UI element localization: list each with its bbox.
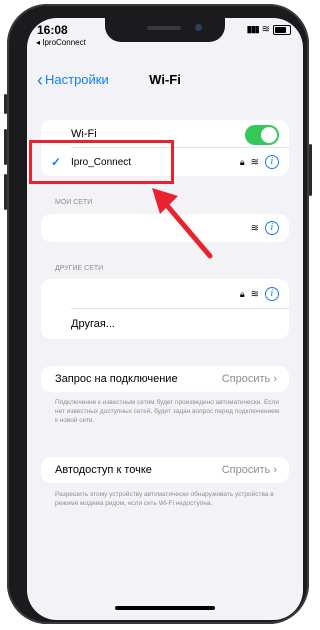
info-icon[interactable]: i bbox=[265, 221, 279, 235]
home-indicator bbox=[115, 606, 215, 610]
other-networks-group: 🔒︎ ≋ i Другая... bbox=[41, 279, 289, 339]
ask-to-join-group: Запрос на подключение Спросить › bbox=[41, 366, 289, 392]
info-icon[interactable]: i bbox=[265, 287, 279, 301]
screen: 16:08 ◂ IproConnect ▮▮▮ ≋ ‹ Настройки Wi… bbox=[27, 18, 303, 620]
nav-bar: ‹ Настройки Wi-Fi bbox=[27, 70, 303, 94]
page-title: Wi-Fi bbox=[149, 72, 181, 87]
other-network-row[interactable]: 🔒︎ ≋ i bbox=[41, 279, 289, 309]
lock-icon: 🔒︎ bbox=[239, 156, 245, 167]
notch bbox=[105, 18, 225, 42]
volume-down-button bbox=[4, 174, 7, 210]
speaker bbox=[147, 26, 181, 30]
lock-icon: 🔒︎ bbox=[239, 288, 245, 299]
hotspot-row[interactable]: Автодоступ к точке Спросить › bbox=[41, 457, 289, 483]
hotspot-label: Автодоступ к точке bbox=[55, 464, 152, 476]
highlight-box bbox=[29, 140, 174, 184]
power-button bbox=[309, 144, 312, 196]
network-icons: ≋ i bbox=[251, 221, 279, 235]
wifi-signal-icon: ≋ bbox=[250, 222, 259, 234]
back-to-app-link[interactable]: ◂ IproConnect bbox=[36, 38, 86, 47]
wifi-status-icon: ≋ bbox=[261, 24, 270, 35]
battery-icon bbox=[273, 24, 291, 35]
ask-to-join-footer: Подключение к известным сетям будет прои… bbox=[55, 399, 280, 424]
other-networks-header: ДРУГИЕ СЕТИ bbox=[55, 265, 104, 272]
hotspot-value: Спросить › bbox=[221, 464, 277, 476]
other-network-manual-row[interactable]: Другая... bbox=[41, 309, 289, 339]
info-icon[interactable]: i bbox=[265, 155, 279, 169]
network-icons: 🔒︎ ≋ i bbox=[240, 287, 279, 301]
other-label: Другая... bbox=[71, 318, 115, 330]
red-arrow-icon bbox=[152, 188, 213, 259]
volume-up-button bbox=[4, 129, 7, 165]
hotspot-group: Автодоступ к точке Спросить › bbox=[41, 457, 289, 483]
status-time: 16:08 bbox=[37, 23, 68, 37]
wifi-signal-icon: ≋ bbox=[250, 288, 259, 300]
hotspot-footer: Разрешить этому устройству автоматически… bbox=[55, 491, 274, 507]
wifi-signal-icon: ≋ bbox=[250, 156, 259, 168]
mute-switch bbox=[4, 94, 7, 114]
wifi-toggle[interactable] bbox=[245, 125, 279, 145]
network-icons: 🔒︎ ≋ i bbox=[240, 155, 279, 169]
signal-icon: ▮▮▮ bbox=[246, 24, 260, 34]
ask-to-join-label: Запрос на подключение bbox=[55, 373, 178, 385]
camera bbox=[195, 24, 202, 31]
wifi-label: Wi-Fi bbox=[71, 128, 97, 140]
ask-to-join-value: Спросить › bbox=[221, 373, 277, 385]
ask-to-join-row[interactable]: Запрос на подключение Спросить › bbox=[41, 366, 289, 392]
my-networks-header: МОИ СЕТИ bbox=[55, 199, 93, 206]
status-icons: ▮▮▮ ≋ bbox=[247, 24, 291, 35]
